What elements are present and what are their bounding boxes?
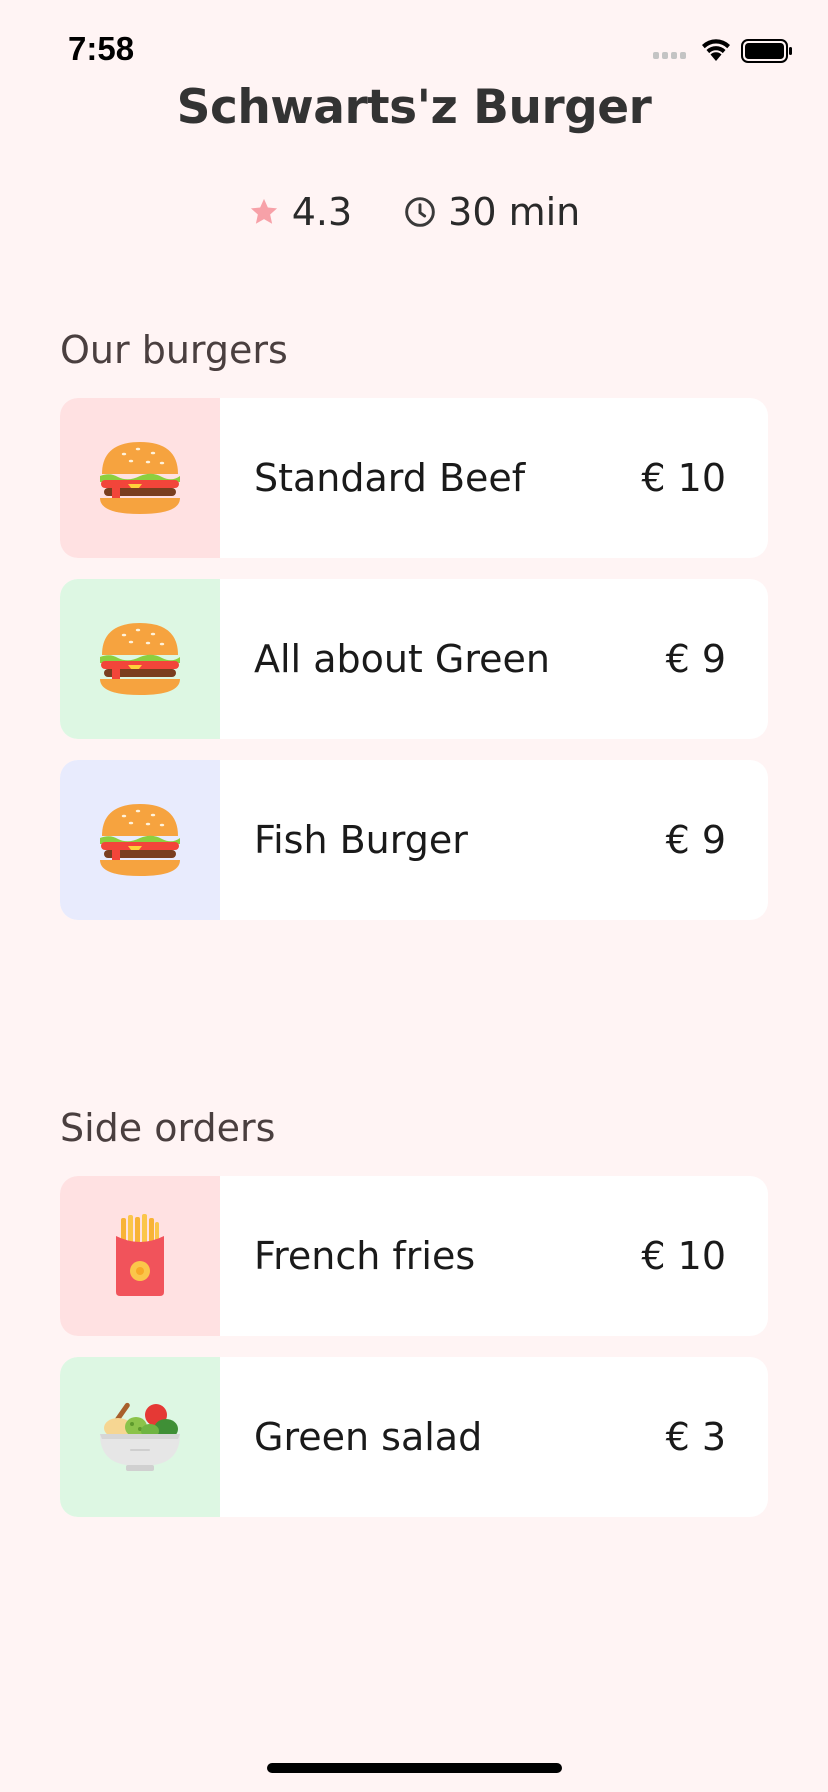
page-title: Schwarts'z Burger	[176, 80, 652, 135]
item-name: Standard Beef	[254, 456, 526, 500]
item-name: All about Green	[254, 637, 550, 681]
clock-icon	[405, 197, 435, 227]
delivery-time: 30 min	[404, 190, 580, 234]
restaurant-screen: 7:58 Schwarts'z Burger 4.3 30 min Our bu…	[0, 0, 828, 1792]
battery-icon	[741, 39, 792, 63]
item-thumbnail	[60, 1357, 220, 1517]
delivery-time-value: 30 min	[448, 190, 581, 234]
item-thumbnail	[60, 1176, 220, 1336]
menu-item-card[interactable]: All about Green € 9	[60, 579, 768, 739]
section-title-burgers: Our burgers	[60, 328, 288, 372]
item-price: € 3	[665, 1415, 726, 1459]
wifi-icon	[702, 39, 730, 61]
burger-icon	[100, 623, 180, 695]
burger-icon	[100, 804, 180, 876]
menu-item-card[interactable]: Standard Beef € 10	[60, 398, 768, 558]
star-icon	[250, 198, 277, 224]
item-price: € 10	[641, 1234, 726, 1278]
fries-icon	[116, 1214, 164, 1296]
restaurant-meta: 4.3 30 min	[0, 190, 828, 234]
item-thumbnail	[60, 760, 220, 920]
salad-icon	[100, 1402, 180, 1471]
burger-icon	[100, 442, 180, 514]
section-title-sides: Side orders	[60, 1106, 276, 1150]
item-thumbnail	[60, 398, 220, 558]
item-price: € 10	[641, 456, 726, 500]
menu-item-card[interactable]: French fries € 10	[60, 1176, 768, 1336]
menu-item-card[interactable]: Fish Burger € 9	[60, 760, 768, 920]
rating: 4.3	[248, 190, 352, 234]
home-indicator[interactable]	[267, 1763, 562, 1773]
item-name: Fish Burger	[254, 818, 468, 862]
cellular-signal-icon	[653, 52, 686, 59]
rating-value: 4.3	[291, 190, 353, 234]
item-price: € 9	[665, 637, 726, 681]
item-name: Green salad	[254, 1415, 483, 1459]
item-price: € 9	[665, 818, 726, 862]
menu-item-card[interactable]: Green salad € 3	[60, 1357, 768, 1517]
item-thumbnail	[60, 579, 220, 739]
status-time: 7:58	[68, 30, 135, 67]
item-name: French fries	[254, 1234, 476, 1278]
